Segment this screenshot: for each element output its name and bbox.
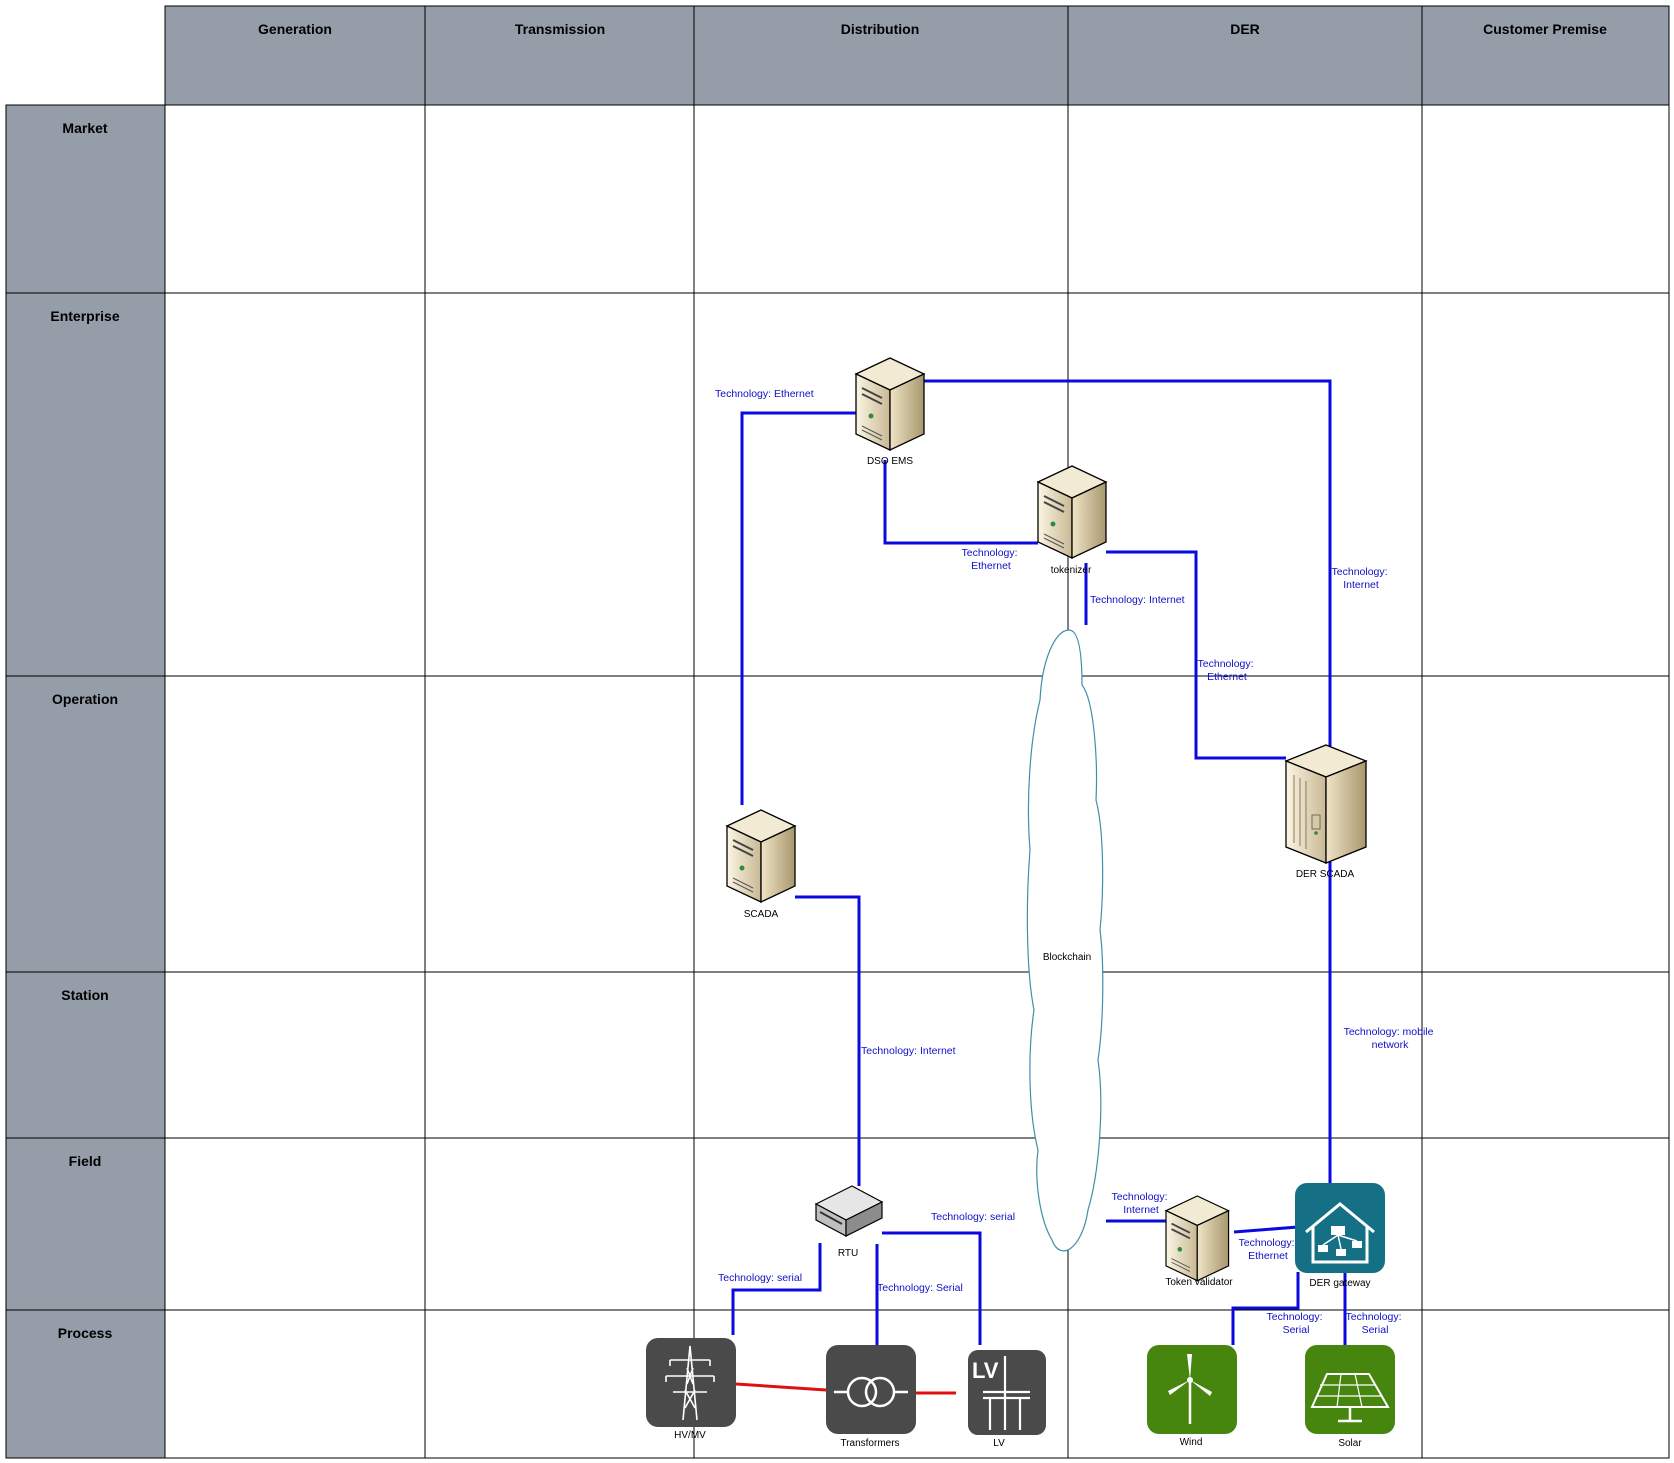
lv-label: LV (993, 1438, 1005, 1449)
link-label-line: Technology: (1239, 1237, 1295, 1249)
wind-turbine-icon (1147, 1345, 1237, 1434)
der-gateway-icon (1295, 1183, 1385, 1273)
link-label-line: Technology: (1112, 1191, 1168, 1203)
smart-grid-architecture-diagram: Generation Transmission Distribution DER… (5, 5, 1670, 1459)
link-tokenizer-der-scada (1106, 550, 1286, 760)
link-label-line: network (1372, 1039, 1410, 1051)
power-link-hvmv-transformers (735, 1382, 827, 1392)
rtu-label: RTU (838, 1248, 858, 1259)
link-label-line: Ethernet (1207, 671, 1247, 683)
link-label-tokenizer-der-scada: Technology: Ethernet (1198, 658, 1257, 683)
server-icon (725, 809, 797, 904)
link-label-blockchain-validator: Technology: Internet (1112, 1191, 1171, 1216)
link-label-line: Technology: (1267, 1311, 1323, 1323)
row-header-process: Process (58, 1325, 113, 1341)
der-gateway-label: DER gateway (1309, 1278, 1370, 1289)
link-label-line: Serial (1283, 1324, 1310, 1336)
hv-mv-label: HV/MV (674, 1430, 706, 1441)
link-ems-tokenizer (883, 460, 1038, 545)
link-label-gateway-wind: Technology: Serial (1267, 1311, 1326, 1336)
der-scada-label: DER SCADA (1296, 869, 1355, 880)
rtu-device-icon (814, 1185, 884, 1237)
link-label-line: Technology: (962, 547, 1018, 559)
link-label-ems-tokenizer: Technology: Ethernet (962, 547, 1021, 572)
tokenizer-label: tokenizer (1051, 565, 1092, 576)
link-label-scada-rtu: Technology: Internet (861, 1045, 956, 1057)
column-header-generation: Generation (258, 21, 332, 37)
link-label-line: Serial (1362, 1324, 1389, 1336)
row-header-station: Station (61, 987, 108, 1003)
link-label-line: Internet (1123, 1204, 1159, 1216)
link-label-line: Ethernet (1248, 1250, 1288, 1262)
lv-icon-text: LV (972, 1358, 999, 1383)
grid-lines (5, 5, 1670, 1459)
link-label-rtu-transformers: Technology: Serial (877, 1282, 963, 1294)
link-label-line: Technology: (1198, 658, 1254, 670)
link-label-ems-der-scada: Technology: Internet (1332, 566, 1391, 591)
solar-panel-icon (1305, 1345, 1395, 1434)
column-header-customer-premise: Customer Premise (1483, 21, 1607, 37)
transformer-icon (826, 1345, 916, 1434)
transmission-tower-icon (646, 1338, 736, 1427)
wind-label: Wind (1180, 1437, 1203, 1448)
link-label-line: Technology: (1346, 1311, 1402, 1323)
link-ems-scada (740, 411, 856, 805)
blockchain-cloud (1026, 629, 1104, 1252)
row-header-market: Market (62, 120, 107, 136)
column-header-transmission: Transmission (515, 21, 605, 37)
link-label-line: Technology: (1332, 566, 1388, 578)
dso-ems-label: DSO EMS (867, 456, 913, 467)
link-label-ems-scada: Technology: Ethernet (715, 388, 814, 400)
transformers-label: Transformers (840, 1438, 899, 1449)
link-rtu-hvmv (731, 1243, 822, 1335)
column-header-der: DER (1230, 21, 1260, 37)
solar-label: Solar (1338, 1438, 1362, 1449)
link-label-line: Technology: mobile (1344, 1026, 1434, 1038)
column-header-distribution: Distribution (841, 21, 920, 37)
rack-server-icon (1284, 744, 1368, 864)
link-scada-rtu (795, 895, 861, 1186)
blockchain-label: Blockchain (1043, 952, 1091, 963)
row-header-enterprise: Enterprise (50, 308, 119, 324)
link-label-validator-gateway: Technology: Ethernet (1239, 1237, 1298, 1262)
row-header-field: Field (69, 1153, 102, 1169)
lv-busbar-icon: LV (968, 1350, 1046, 1435)
scada-label: SCADA (744, 909, 779, 920)
server-icon (854, 357, 926, 452)
token-validator-label: Token validator (1165, 1277, 1233, 1288)
server-icon (1036, 465, 1108, 560)
row-header-operation: Operation (52, 691, 118, 707)
link-label-line: Internet (1343, 579, 1379, 591)
server-icon (1164, 1195, 1230, 1282)
link-label-gateway-solar: Technology: Serial (1346, 1311, 1405, 1336)
link-label-rtu-lv: Technology: serial (931, 1211, 1015, 1223)
link-validator-gateway (1233, 1225, 1299, 1234)
link-label-tokenizer-blockchain: Technology: Internet (1090, 594, 1185, 606)
link-label-line: Ethernet (971, 560, 1011, 572)
link-label-rtu-hvmv: Technology: serial (718, 1272, 802, 1284)
